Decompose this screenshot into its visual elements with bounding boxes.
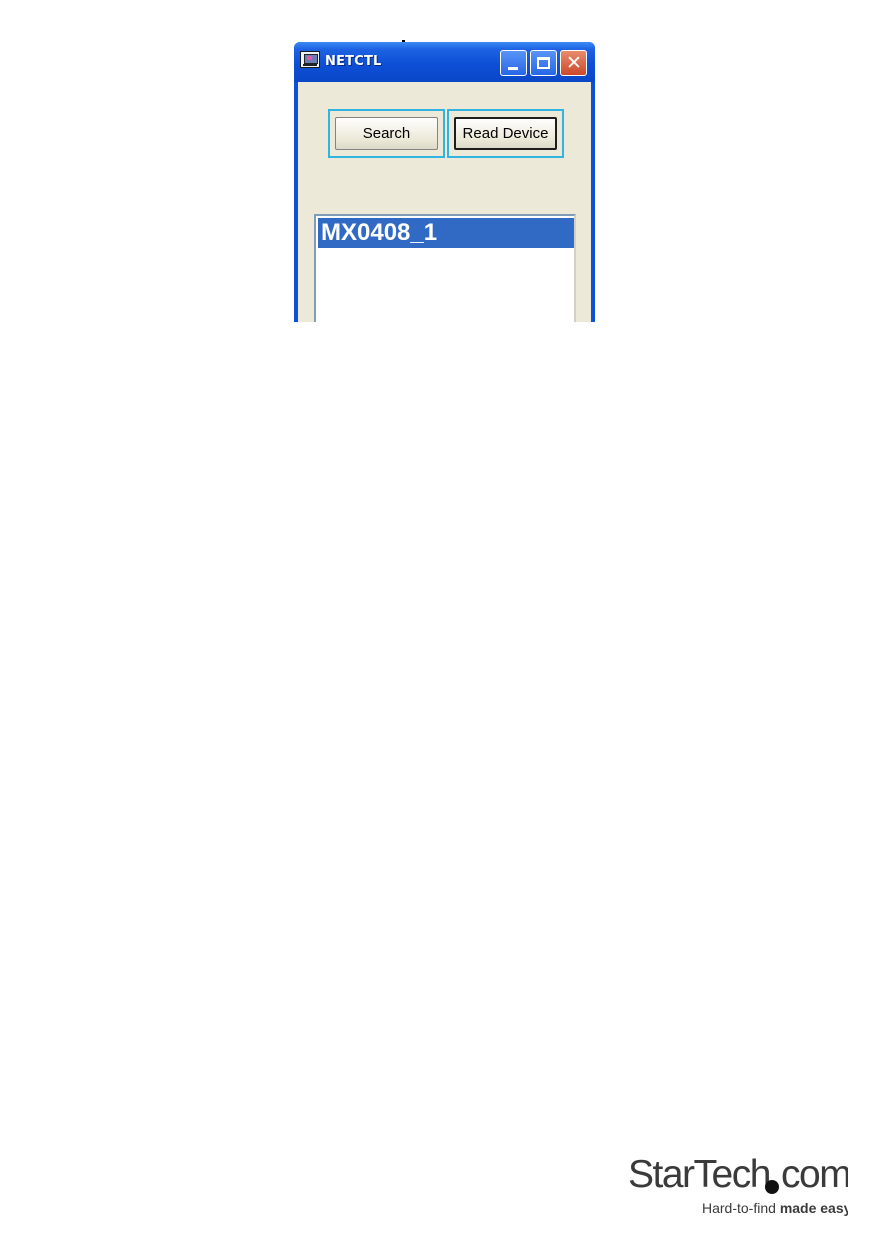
screenshot-crop: NETCTL ✕ Search Read Device MX0408_1 <box>294 40 595 322</box>
netctl-app-icon[interactable] <box>300 51 320 68</box>
startech-logo-graphic: StarTech com Hard-to-find made easy® <box>628 1153 848 1216</box>
startech-logo: StarTech com Hard-to-find made easy® <box>626 1150 848 1222</box>
monitor-face-shape <box>307 56 312 60</box>
read-device-button[interactable]: Read Device <box>454 117 557 150</box>
search-button[interactable]: Search <box>335 117 438 150</box>
device-list-item[interactable]: MX0408_1 <box>318 218 574 248</box>
svg-text:Hard-to-find made easy®: Hard-to-find made easy® <box>702 1200 848 1216</box>
close-button[interactable]: ✕ <box>560 50 587 76</box>
read-device-button-highlight: Read Device <box>447 109 564 158</box>
window-title: NETCTL <box>325 54 382 69</box>
maximize-button[interactable] <box>530 50 557 76</box>
window-client-area: Search Read Device MX0408_1 <box>298 82 591 322</box>
monitor-base-shape <box>303 64 317 66</box>
close-icon: ✕ <box>566 52 582 74</box>
svg-text:com: com <box>781 1153 848 1196</box>
svg-text:StarTech: StarTech <box>628 1153 770 1196</box>
title-bar[interactable]: NETCTL ✕ <box>294 42 595 82</box>
minimize-button[interactable] <box>500 50 527 76</box>
logo-tagline-bold: made easy <box>780 1200 848 1216</box>
netctl-window: NETCTL ✕ Search Read Device MX0408_1 <box>294 42 595 322</box>
maximize-icon <box>537 57 550 69</box>
minimize-icon <box>508 67 518 70</box>
logo-tagline-regular: Hard-to-find <box>702 1200 780 1216</box>
device-list[interactable]: MX0408_1 <box>314 214 576 322</box>
search-button-highlight: Search <box>328 109 445 158</box>
